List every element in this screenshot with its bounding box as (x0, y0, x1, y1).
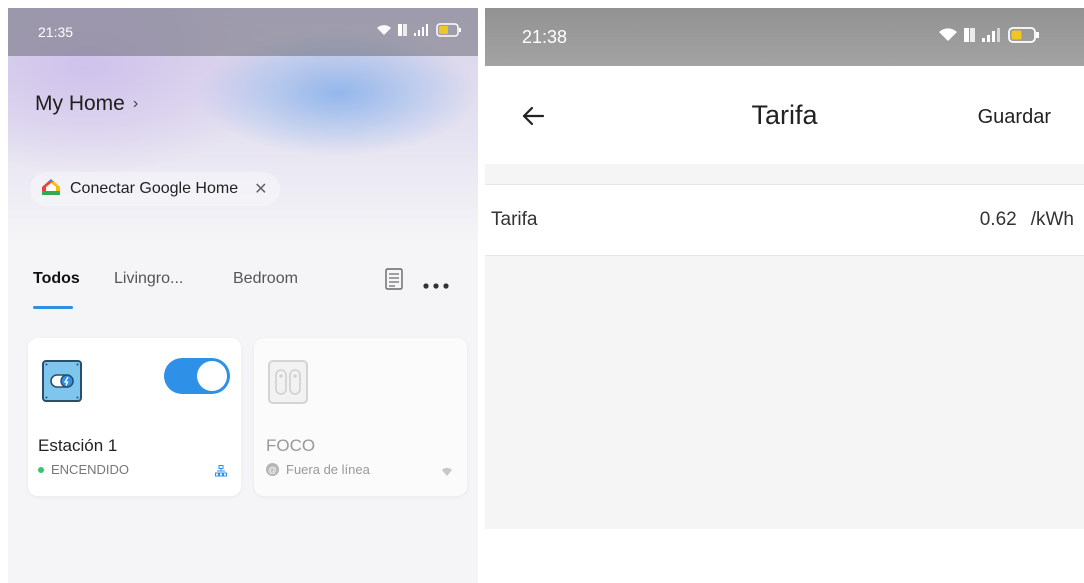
wifi-icon (938, 28, 958, 42)
network-hub-icon (215, 464, 227, 482)
device-status: ENCENDIDO (38, 462, 129, 477)
power-toggle[interactable] (164, 358, 230, 394)
status-bar: 21:35 (8, 8, 478, 56)
volte-icon (398, 23, 408, 37)
device-status-text: ENCENDIDO (51, 462, 130, 477)
signal-icon (982, 28, 1002, 42)
status-icons (938, 27, 1040, 43)
device-name: FOCO (266, 436, 316, 455)
save-button[interactable]: Guardar (978, 106, 1051, 129)
power-station-icon (42, 360, 82, 407)
google-home-label: Conectar Google Home (70, 180, 239, 197)
home-selector[interactable]: My Home › (35, 92, 138, 116)
close-icon[interactable]: ✕ (254, 179, 267, 199)
status-time: 21:35 (38, 24, 74, 40)
online-dot-icon (38, 466, 44, 473)
device-name: Estación 1 (38, 436, 118, 455)
status-time: 21:38 (522, 27, 568, 47)
wifi-icon (376, 24, 392, 36)
device-card-foco[interactable]: FOCO @ Fuera de línea (254, 338, 467, 496)
bottom-area (485, 529, 1084, 583)
status-bar: 21:38 (485, 8, 1084, 66)
switch-plate-icon (268, 360, 308, 409)
chevron-right-icon: › (132, 95, 139, 112)
tab-livingroom[interactable]: Livingro... (114, 270, 183, 288)
tariff-screen: 21:38 Tarifa Guardar Tarifa 0.62 /kWh (485, 8, 1084, 583)
home-screen: 21:35 My Home › Conectar Google Home ✕ T… (8, 8, 478, 583)
more-dots-icon[interactable] (423, 276, 449, 294)
volte-icon (964, 27, 976, 43)
toggle-knob (197, 361, 227, 391)
google-home-icon (40, 177, 62, 202)
room-tabs: Todos Livingro... Bedroom (8, 266, 478, 316)
device-status-text: Fuera de línea (286, 462, 370, 477)
tab-todos[interactable]: Todos (33, 270, 80, 288)
content-area: Tarifa 0.62 /kWh (485, 164, 1084, 529)
tariff-unit: /kWh (1030, 209, 1074, 230)
offline-icon: @ (266, 463, 279, 476)
connect-google-home-chip[interactable]: Conectar Google Home ✕ (30, 172, 280, 206)
tariff-value[interactable]: 0.62 /kWh (980, 209, 1074, 231)
wifi-faded-icon (441, 464, 453, 482)
battery-icon (436, 23, 462, 37)
tab-bedroom[interactable]: Bedroom (233, 270, 298, 288)
tariff-row[interactable]: Tarifa 0.62 /kWh (485, 184, 1084, 256)
battery-icon (1008, 27, 1040, 43)
device-card-estacion-1[interactable]: Estación 1 ENCENDIDO (28, 338, 241, 496)
active-tab-indicator (33, 306, 73, 309)
app-bar: Tarifa Guardar (485, 66, 1084, 164)
signal-icon (414, 24, 430, 36)
device-status: @ Fuera de línea (266, 462, 370, 477)
status-icons (376, 23, 462, 37)
tariff-amount: 0.62 (979, 209, 1017, 230)
home-title: My Home (35, 92, 125, 115)
tariff-label: Tarifa (491, 209, 538, 230)
list-view-icon[interactable] (385, 268, 403, 295)
